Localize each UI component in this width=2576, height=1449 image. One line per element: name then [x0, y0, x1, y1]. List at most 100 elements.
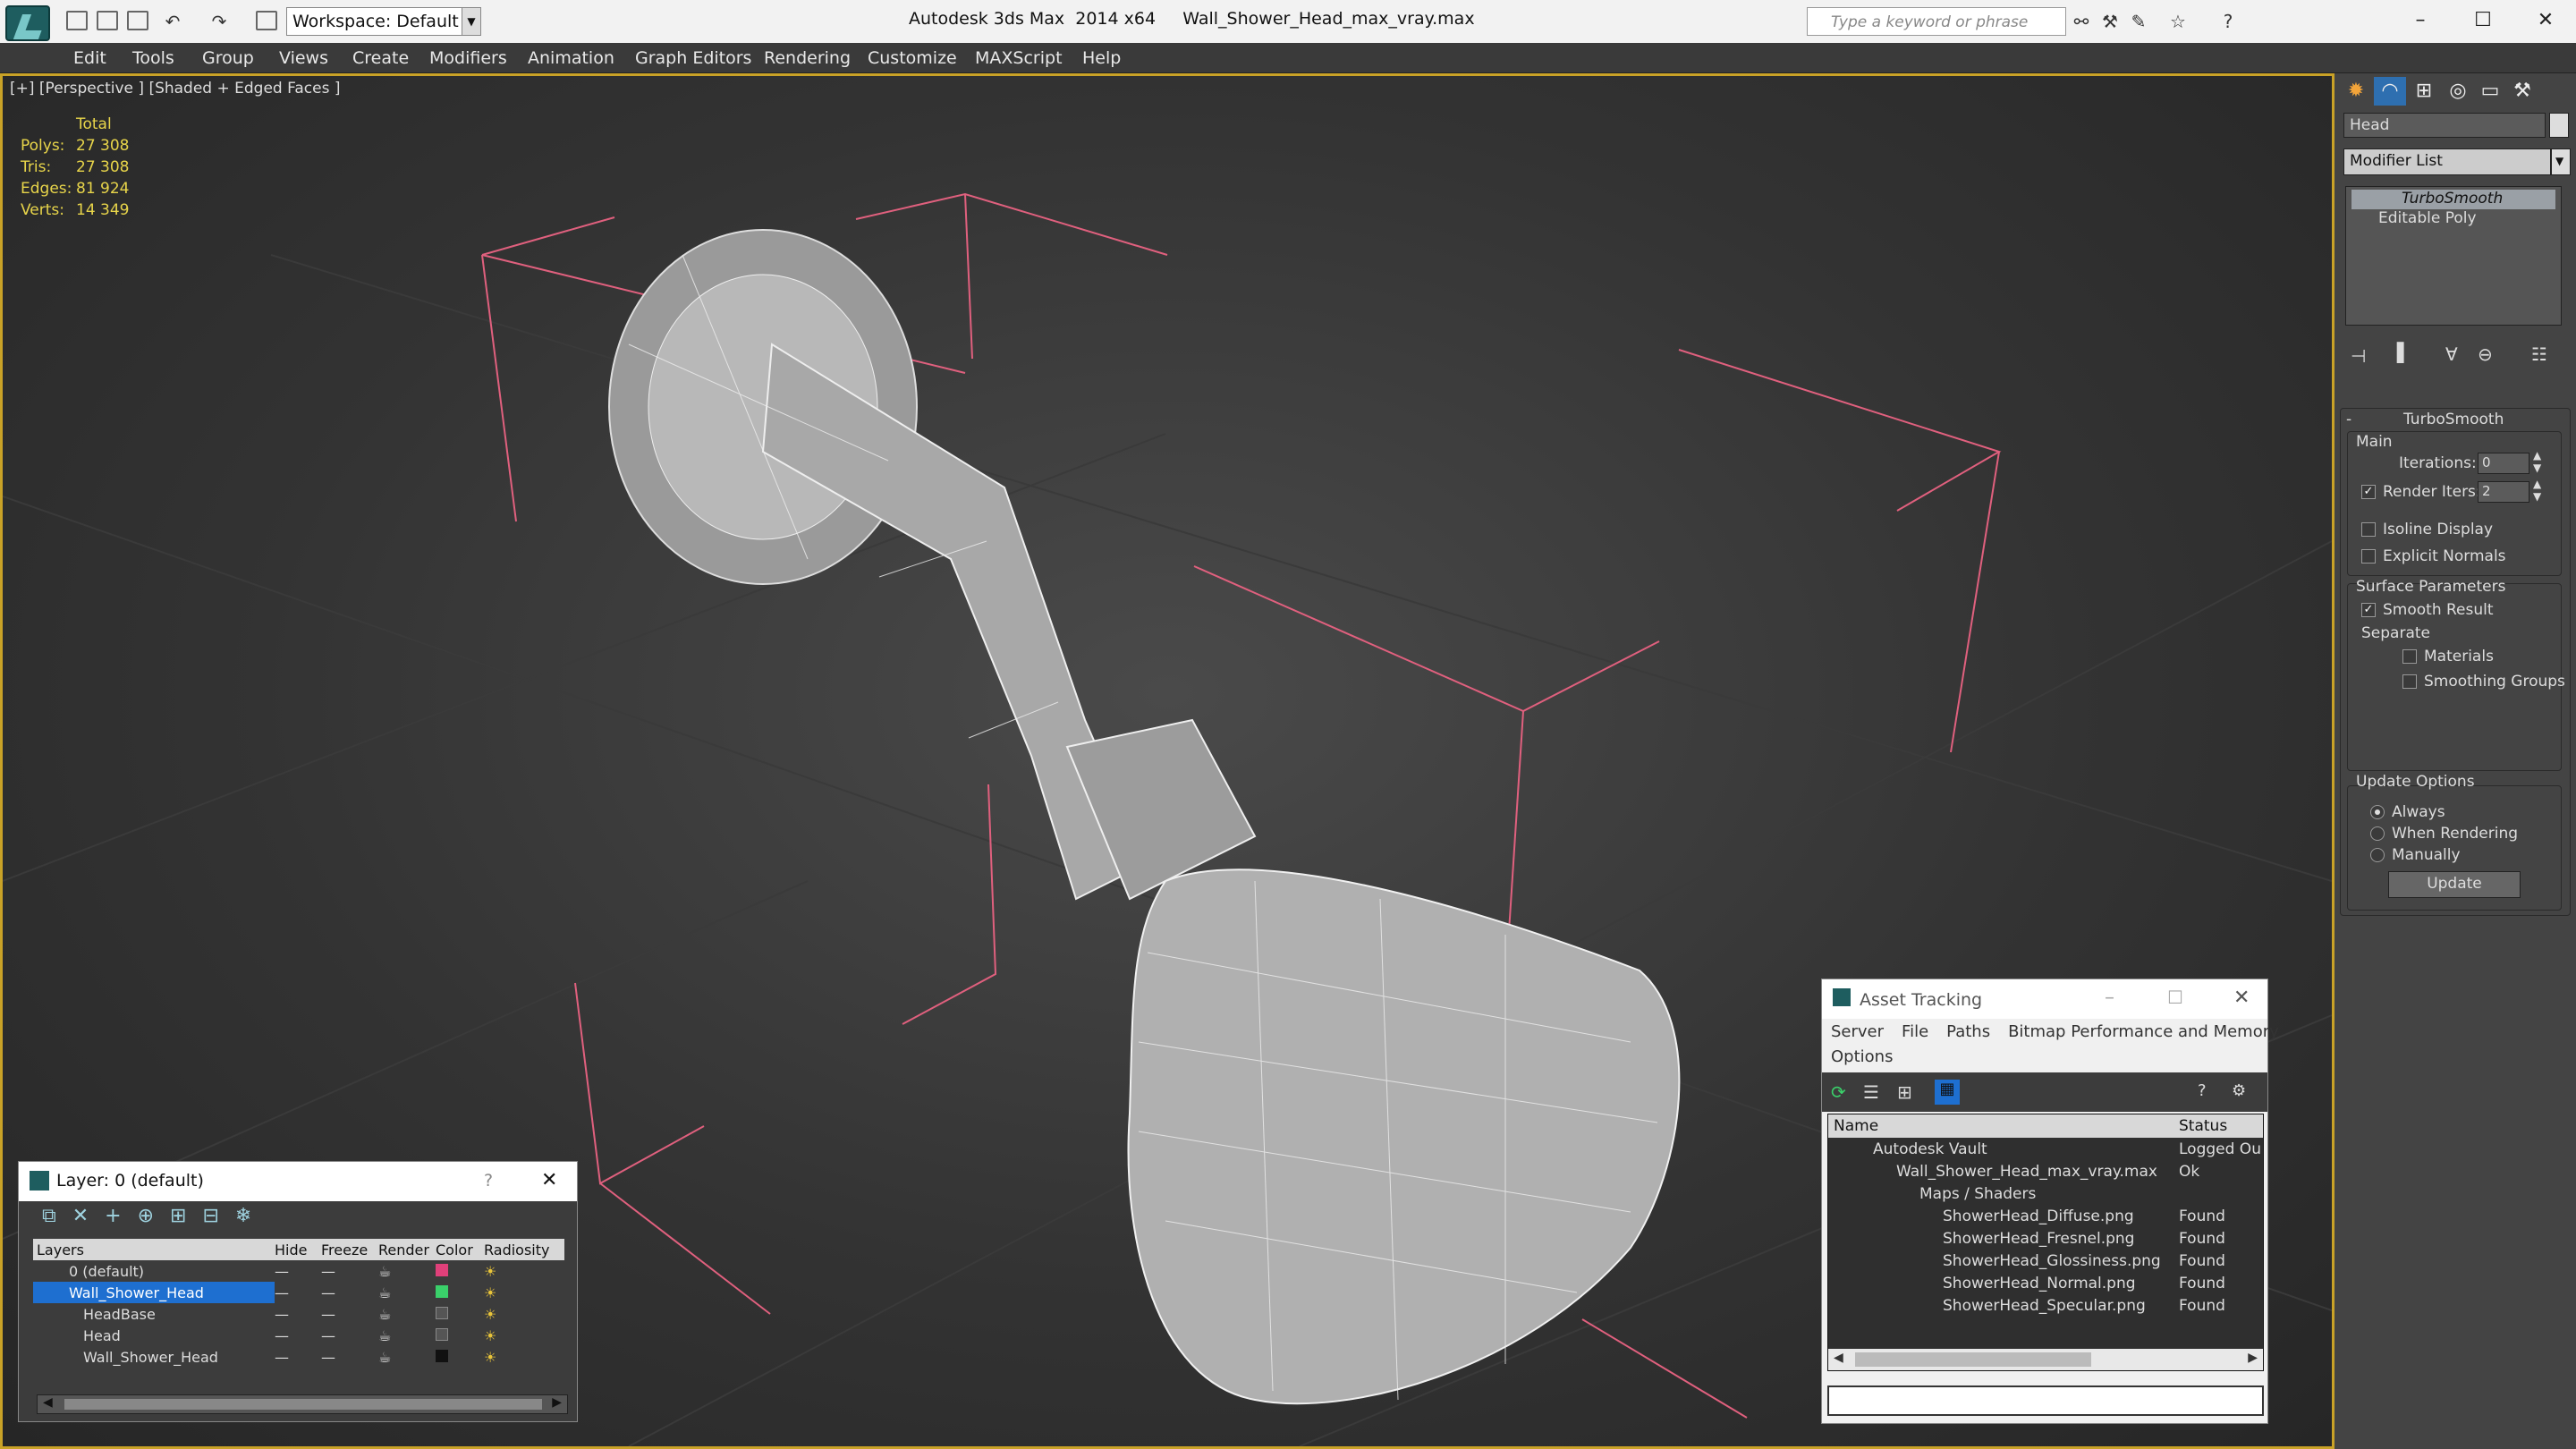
- modify-tab-icon[interactable]: ◠: [2374, 77, 2406, 106]
- freeze-all-icon[interactable]: ❄: [235, 1205, 267, 1227]
- table-row[interactable]: Wall_Shower_Head — — ☕ ☀: [33, 1346, 564, 1368]
- close-icon[interactable]: ✕: [2233, 987, 2250, 1009]
- spinner-arrows-icon[interactable]: ▲ ▼: [2533, 449, 2541, 474]
- menu-options[interactable]: Options: [1831, 1047, 1893, 1066]
- column-layers[interactable]: Layers: [33, 1239, 275, 1260]
- table-row[interactable]: ShowerHead_Specular.png Found: [1828, 1294, 2263, 1317]
- object-name-field[interactable]: Head: [2343, 113, 2546, 138]
- stack-item-turbosmooth[interactable]: TurboSmooth: [2351, 190, 2555, 209]
- hide-all-icon[interactable]: ⊟: [202, 1205, 234, 1227]
- freeze-toggle[interactable]: —: [321, 1303, 378, 1325]
- asset-name[interactable]: ShowerHead_Fresnel.png: [1828, 1227, 2174, 1250]
- hierarchy-tab-icon[interactable]: ⊞: [2408, 77, 2440, 106]
- layer-color-swatch[interactable]: [436, 1284, 448, 1298]
- layer-dialog-title-bar[interactable]: Layer: 0 (default) ? ✕: [19, 1162, 577, 1201]
- table-row[interactable]: Head — — ☕ ☀: [33, 1325, 564, 1346]
- hide-toggle[interactable]: —: [275, 1303, 321, 1325]
- menu-group[interactable]: Group: [202, 43, 254, 73]
- favorites-star-icon[interactable]: ☆: [2166, 11, 2190, 32]
- binoculars-icon[interactable]: ⚯: [2070, 11, 2093, 32]
- asset-name[interactable]: ShowerHead_Specular.png: [1828, 1294, 2174, 1317]
- menu-rendering[interactable]: Rendering: [764, 43, 851, 73]
- app-logo-icon[interactable]: [5, 5, 50, 41]
- hide-toggle[interactable]: —: [275, 1346, 321, 1368]
- menu-animation[interactable]: Animation: [528, 43, 614, 73]
- maximize-button[interactable]: ☐: [2456, 5, 2510, 38]
- asset-path-field[interactable]: [1827, 1385, 2264, 1416]
- radiosity-icon[interactable]: ☀: [484, 1260, 564, 1282]
- subscription-icon[interactable]: ⚒: [2098, 11, 2122, 32]
- save-file-icon[interactable]: [127, 11, 148, 30]
- scroll-thumb[interactable]: [64, 1399, 542, 1410]
- render-teapot-icon[interactable]: ☕: [378, 1346, 436, 1368]
- when-rendering-radio[interactable]: [2370, 826, 2385, 841]
- render-teapot-icon[interactable]: ☕: [378, 1325, 436, 1346]
- render-teapot-icon[interactable]: ☕: [378, 1282, 436, 1303]
- object-color-swatch[interactable]: [436, 1306, 448, 1319]
- table-row[interactable]: Autodesk Vault Logged Ou: [1828, 1138, 2263, 1160]
- render-teapot-icon[interactable]: ☕: [378, 1303, 436, 1325]
- collapse-icon[interactable]: -: [2346, 411, 2351, 428]
- manually-radio[interactable]: [2370, 848, 2385, 862]
- modifier-list-dropdown[interactable]: Modifier List: [2343, 148, 2551, 175]
- menu-maxscript[interactable]: MAXScript: [975, 43, 1063, 73]
- column-status[interactable]: Status: [2174, 1114, 2263, 1138]
- tree-view-icon[interactable]: ⊞: [1897, 1081, 1912, 1103]
- hide-toggle[interactable]: —: [275, 1260, 321, 1282]
- create-layer-icon[interactable]: ⧉: [42, 1205, 72, 1227]
- object-name[interactable]: Head: [33, 1325, 275, 1346]
- smoothing-groups-checkbox[interactable]: [2402, 674, 2417, 689]
- highlight-layer-icon[interactable]: ⊞: [170, 1205, 202, 1227]
- asset-tracking-title-bar[interactable]: Asset Tracking – ☐ ✕: [1822, 979, 2267, 1019]
- redo-icon[interactable]: ↷: [208, 11, 231, 32]
- freeze-toggle[interactable]: —: [321, 1260, 378, 1282]
- menu-help[interactable]: Help: [1082, 43, 1121, 73]
- always-radio[interactable]: [2370, 805, 2385, 819]
- render-teapot-icon[interactable]: ☕: [378, 1260, 436, 1282]
- column-radiosity[interactable]: Radiosity: [484, 1239, 564, 1260]
- layer-name[interactable]: 0 (default): [33, 1260, 275, 1282]
- utilities-tab-icon[interactable]: ⚒: [2506, 77, 2538, 106]
- radiosity-icon[interactable]: ☀: [484, 1325, 564, 1346]
- isoline-display-checkbox[interactable]: [2361, 522, 2376, 537]
- asset-name[interactable]: ShowerHead_Normal.png: [1828, 1272, 2174, 1294]
- scroll-left-icon[interactable]: ◀: [43, 1395, 53, 1410]
- undo-icon[interactable]: ↶: [161, 11, 184, 32]
- settings-icon[interactable]: ⚙: [2232, 1081, 2246, 1100]
- horizontal-scrollbar[interactable]: ◀ ▶: [1828, 1349, 2263, 1370]
- table-row[interactable]: Wall_Shower_Head_max_vray.max Ok: [1828, 1160, 2263, 1182]
- communication-icon[interactable]: ✎: [2127, 11, 2150, 32]
- table-row[interactable]: ShowerHead_Glossiness.png Found: [1828, 1250, 2263, 1272]
- configure-sets-icon[interactable]: ☷: [2531, 343, 2547, 365]
- maximize-icon[interactable]: ☐: [2167, 987, 2183, 1008]
- viewport-label[interactable]: [+] [Perspective ] [Shaded + Edged Faces…: [10, 80, 340, 97]
- object-color-swatch[interactable]: [436, 1349, 448, 1362]
- column-render[interactable]: Render: [378, 1239, 436, 1260]
- table-row[interactable]: ShowerHead_Fresnel.png Found: [1828, 1227, 2263, 1250]
- asset-name[interactable]: ShowerHead_Diffuse.png: [1828, 1205, 2174, 1227]
- render-iters-spinner[interactable]: 2: [2478, 481, 2529, 503]
- scroll-left-icon[interactable]: ◀: [1834, 1351, 1843, 1365]
- rollout-title[interactable]: TurboSmooth: [2403, 411, 2504, 428]
- radiosity-icon[interactable]: ☀: [484, 1282, 564, 1303]
- column-freeze[interactable]: Freeze: [321, 1239, 378, 1260]
- stack-item-editable-poly[interactable]: Editable Poly: [2351, 209, 2555, 229]
- menu-modifiers[interactable]: Modifiers: [429, 43, 507, 73]
- add-to-layer-icon[interactable]: +: [105, 1205, 137, 1227]
- column-color[interactable]: Color: [436, 1239, 484, 1260]
- new-file-icon[interactable]: [66, 11, 88, 30]
- pin-stack-icon[interactable]: ⊣: [2351, 345, 2366, 367]
- refresh-icon[interactable]: ⟳: [1831, 1081, 1846, 1103]
- table-row[interactable]: Maps / Shaders: [1828, 1182, 2263, 1205]
- asset-name[interactable]: Autodesk Vault: [1828, 1138, 2174, 1160]
- table-row[interactable]: Wall_Shower_Head — — ☕ ☀: [33, 1282, 564, 1303]
- column-hide[interactable]: Hide: [275, 1239, 321, 1260]
- layer-color-swatch[interactable]: [436, 1263, 448, 1276]
- make-unique-icon[interactable]: ∀: [2445, 343, 2458, 365]
- chevron-down-icon[interactable]: ▼: [2551, 148, 2571, 175]
- spinner-arrows-icon[interactable]: ▲ ▼: [2533, 478, 2541, 503]
- table-view-icon[interactable]: ▦: [1935, 1080, 1960, 1105]
- update-button[interactable]: Update: [2388, 871, 2521, 898]
- menu-file[interactable]: File: [1902, 1022, 1928, 1041]
- create-tab-icon[interactable]: ✹: [2340, 77, 2372, 106]
